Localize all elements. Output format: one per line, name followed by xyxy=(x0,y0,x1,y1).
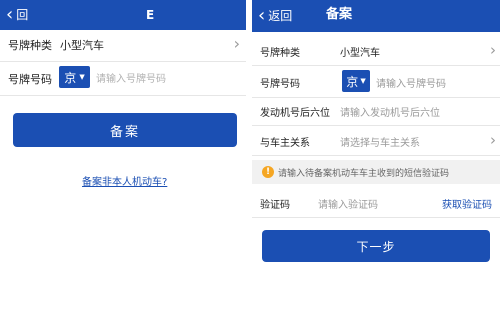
plate-number-input[interactable]: 请输入号牌号码 xyxy=(96,70,166,85)
page-title: 备案 xyxy=(326,7,353,22)
engine-number-input[interactable]: 请输入发动机号后六位 xyxy=(340,104,440,119)
province-select[interactable]: 京 ▼ xyxy=(342,70,370,92)
engine-number-row: 发动机号后六位 请输入发动机号后六位 xyxy=(252,98,500,126)
left-screen: ‹ 回 E 号牌种类 小型汽车 › 号牌号码 京 ▼ 请输入号牌号码 备案 备案… xyxy=(0,0,246,319)
owner-relation-row[interactable]: 与车主关系 请选择与车主关系 › xyxy=(252,126,500,156)
plate-type-value: 小型汽车 xyxy=(340,48,380,59)
plate-number-input[interactable]: 请输入号牌号码 xyxy=(376,75,446,90)
plate-type-label: 号牌种类 xyxy=(8,39,52,52)
navigation-bar: ‹ 回 E xyxy=(0,0,246,30)
plate-number-label: 号牌号码 xyxy=(260,79,300,90)
province-value: 京 xyxy=(346,74,359,89)
back-label: 返回 xyxy=(268,9,293,23)
chevron-right-icon: › xyxy=(490,41,496,59)
owner-relation-select[interactable]: 请选择与车主关系 xyxy=(340,134,420,149)
warning-icon: ! xyxy=(262,166,274,178)
sms-notice: ! 请输入待备案机动车车主收到的短信验证码 xyxy=(252,160,500,184)
navigation-bar: ‹ 返回 备案 xyxy=(252,0,500,32)
verification-code-row: 验证码 请输入验证码 获取验证码 xyxy=(252,190,500,218)
chevron-left-icon: ‹ xyxy=(6,4,14,25)
caret-down-icon: ▼ xyxy=(79,73,85,81)
engine-number-label: 发动机号后六位 xyxy=(260,108,330,119)
owner-relation-label: 与车主关系 xyxy=(260,138,310,149)
chevron-left-icon: ‹ xyxy=(258,5,266,26)
chevron-right-icon: › xyxy=(490,131,496,149)
caret-down-icon: ▼ xyxy=(360,77,366,85)
non-owner-vehicle-link[interactable]: 备案非本人机动车? xyxy=(82,173,167,188)
plate-type-label: 号牌种类 xyxy=(260,48,300,59)
plate-number-label: 号牌号码 xyxy=(8,73,52,86)
province-select[interactable]: 京 ▼ xyxy=(59,66,90,88)
submit-button[interactable]: 备案 xyxy=(13,113,237,147)
back-label: 回 xyxy=(16,8,29,22)
province-value: 京 xyxy=(64,70,77,85)
get-code-button[interactable]: 获取验证码 xyxy=(442,196,492,211)
plate-type-value: 小型汽车 xyxy=(60,39,104,52)
next-step-button[interactable]: 下一步 xyxy=(262,230,490,262)
back-button[interactable]: ‹ 回 xyxy=(6,6,28,24)
notice-text: 请输入待备案机动车车主收到的短信验证码 xyxy=(278,169,450,179)
page-title: E xyxy=(146,8,155,22)
plate-type-row[interactable]: 号牌种类 小型汽车 › xyxy=(0,30,246,62)
plate-type-row[interactable]: 号牌种类 小型汽车 › xyxy=(252,38,500,66)
verification-code-input[interactable]: 请输入验证码 xyxy=(318,196,378,211)
back-button[interactable]: ‹ 返回 xyxy=(258,7,292,25)
chevron-right-icon: › xyxy=(233,34,240,53)
verification-code-label: 验证码 xyxy=(260,200,290,211)
right-screen: ‹ 返回 备案 号牌种类 小型汽车 › 号牌号码 京 ▼ 请输入号牌号码 发动机… xyxy=(252,0,500,319)
